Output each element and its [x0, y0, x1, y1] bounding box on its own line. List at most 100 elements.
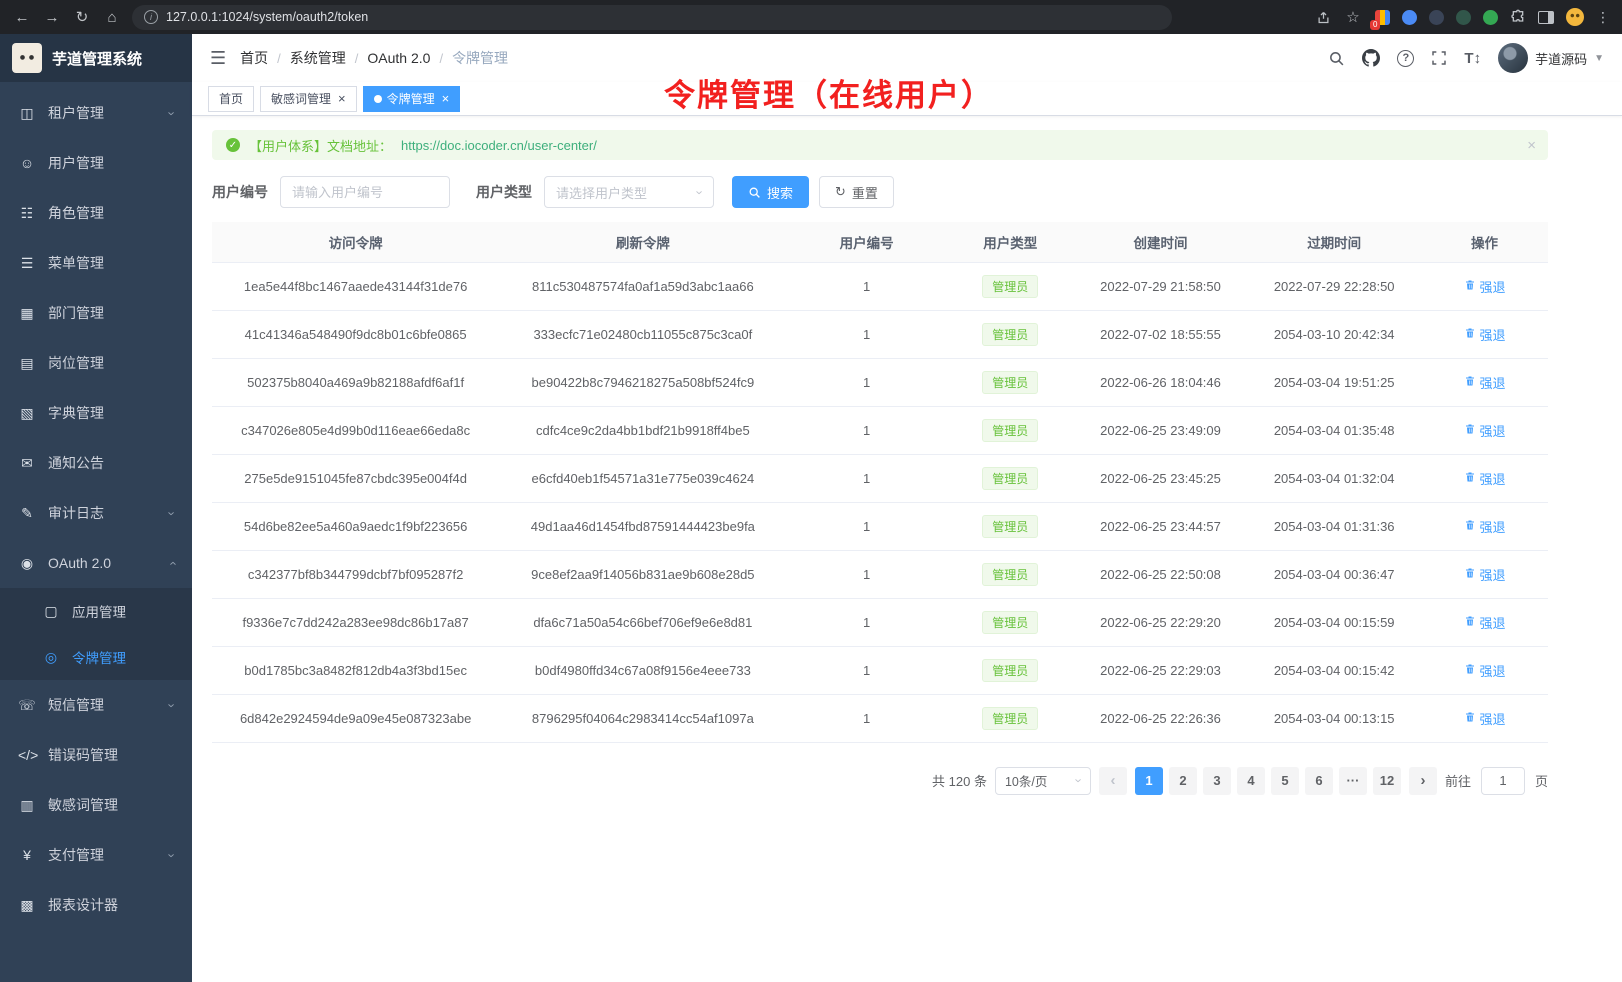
sidebar-item-menu[interactable]: ☰菜单管理 — [0, 238, 192, 288]
forward-icon[interactable]: → — [42, 9, 62, 26]
extension-dark-icon[interactable] — [1429, 10, 1444, 25]
next-page-button[interactable]: › — [1409, 767, 1437, 795]
page-button-1[interactable]: 1 — [1135, 767, 1163, 795]
breadcrumb-item[interactable]: 系统管理 — [290, 48, 346, 68]
help-icon[interactable]: ? — [1397, 50, 1414, 67]
extension-blue-icon[interactable] — [1402, 10, 1417, 25]
site-info-icon[interactable]: i — [144, 10, 158, 24]
tab-close-icon[interactable]: × — [338, 91, 346, 106]
sidebar-item-oauth2[interactable]: ◉OAuth 2.0› — [0, 538, 192, 588]
main-area: 令牌管理（在线用户） ☰ 首页/系统管理/OAuth 2.0/令牌管理 ? T↕ — [192, 34, 1622, 982]
user-id-input[interactable] — [280, 176, 450, 208]
report-icon: ▩ — [18, 897, 36, 914]
page-size-select[interactable]: 10条/页 › — [995, 767, 1091, 795]
share-icon[interactable] — [1316, 10, 1331, 25]
address-bar[interactable]: i 127.0.0.1:1024/system/oauth2/token — [132, 5, 1172, 30]
force-logout-button[interactable]: 强退 — [1464, 421, 1506, 440]
sidebar-item-dict[interactable]: ▧字典管理 — [0, 388, 192, 438]
reset-button[interactable]: ↻ 重置 — [819, 176, 894, 208]
extension-green-icon[interactable] — [1483, 10, 1498, 25]
extension-dark2-icon[interactable] — [1456, 10, 1471, 25]
back-icon[interactable]: ← — [12, 9, 32, 26]
extension-icon[interactable]: 0 — [1375, 10, 1390, 25]
force-logout-button[interactable]: 强退 — [1464, 517, 1506, 536]
sidebar-item-dept[interactable]: ▦部门管理 — [0, 288, 192, 338]
force-logout-button[interactable]: 强退 — [1464, 325, 1506, 344]
breadcrumb-separator-icon: / — [277, 51, 281, 66]
home-icon[interactable]: ⌂ — [102, 9, 122, 26]
sidebar-item-notice[interactable]: ✉通知公告 — [0, 438, 192, 488]
fullscreen-icon[interactable] — [1431, 50, 1447, 66]
create-time-cell: 2022-06-25 22:26:36 — [1074, 694, 1248, 742]
force-logout-button[interactable]: 强退 — [1464, 613, 1506, 632]
side-panel-icon[interactable] — [1538, 11, 1554, 24]
force-logout-button[interactable]: 强退 — [1464, 373, 1506, 392]
log-icon: ✎ — [18, 505, 36, 522]
browser-menu-icon[interactable]: ⋮ — [1596, 9, 1610, 26]
user-type-select[interactable]: 请选择用户类型 › — [544, 176, 714, 208]
app-logo[interactable]: 芋道管理系统 — [0, 34, 192, 82]
sidebar-item-label: 支付管理 — [48, 845, 104, 865]
goto-label: 前往 — [1445, 771, 1471, 790]
page-button-4[interactable]: 4 — [1237, 767, 1265, 795]
access-token-cell: f9336e7c7dd242a283ee98dc86b17a87 — [212, 598, 499, 646]
access-token-cell: 54d6be82ee5a460a9aedc1f9bf223656 — [212, 502, 499, 550]
action-cell: 强退 — [1421, 694, 1548, 742]
page-button-2[interactable]: 2 — [1169, 767, 1197, 795]
user-menu[interactable]: 芋道源码 ▼ — [1498, 43, 1604, 73]
sidebar-item-post[interactable]: ▤岗位管理 — [0, 338, 192, 388]
user-type-badge: 管理员 — [982, 419, 1038, 442]
table-row: f9336e7c7dd242a283ee98dc86b17a87dfa6c71a… — [212, 598, 1548, 646]
page-button-12[interactable]: 12 — [1373, 767, 1401, 795]
hamburger-icon[interactable]: ☰ — [210, 48, 226, 69]
force-logout-button[interactable]: 强退 — [1464, 277, 1506, 296]
extensions-puzzle-icon[interactable] — [1510, 9, 1526, 25]
sidebar-item-sensitive[interactable]: ▥敏感词管理 — [0, 780, 192, 830]
refresh-icon: ↻ — [835, 184, 846, 200]
sidebar-item-sms[interactable]: ☏短信管理› — [0, 680, 192, 730]
tab-首页[interactable]: 首页 — [208, 86, 254, 112]
tab-close-icon[interactable]: × — [442, 91, 450, 106]
breadcrumb-item[interactable]: 首页 — [240, 48, 268, 68]
github-icon[interactable] — [1362, 49, 1380, 67]
force-logout-button[interactable]: 强退 — [1464, 661, 1506, 680]
sidebar-item-oauth2-token[interactable]: ◎令牌管理 — [0, 634, 192, 680]
search-button[interactable]: 搜索 — [732, 176, 809, 208]
people-icon: ☷ — [18, 205, 36, 222]
doc-link[interactable]: https://doc.iocoder.cn/user-center/ — [401, 138, 597, 153]
sidebar-item-audit[interactable]: ✎审计日志› — [0, 488, 192, 538]
page-button-3[interactable]: 3 — [1203, 767, 1231, 795]
expire-time-cell: 2054-03-04 00:15:42 — [1247, 646, 1421, 694]
sidebar-item-errcode[interactable]: </>错误码管理 — [0, 730, 192, 780]
goto-page-input[interactable] — [1481, 767, 1525, 795]
reload-icon[interactable]: ↻ — [72, 8, 92, 26]
sidebar-item-user[interactable]: ☺用户管理 — [0, 138, 192, 188]
tab-敏感词管理[interactable]: 敏感词管理× — [260, 86, 357, 112]
sidebar-item-report[interactable]: ▩报表设计器 — [0, 880, 192, 930]
sidebar-item-pay[interactable]: ¥支付管理› — [0, 830, 192, 880]
breadcrumb-item[interactable]: 令牌管理 — [452, 48, 508, 68]
user-type-cell: 管理员 — [947, 262, 1074, 310]
force-logout-button[interactable]: 强退 — [1464, 469, 1506, 488]
column-header: 过期时间 — [1247, 222, 1421, 262]
page-button-6[interactable]: 6 — [1305, 767, 1333, 795]
sidebar-item-oauth2-app[interactable]: ▢应用管理 — [0, 588, 192, 634]
more-pages-button[interactable]: ··· — [1339, 767, 1367, 795]
bookmark-star-icon[interactable]: ☆ — [1343, 8, 1363, 26]
tab-令牌管理[interactable]: 令牌管理× — [363, 86, 461, 112]
page-button-5[interactable]: 5 — [1271, 767, 1299, 795]
prev-page-button[interactable]: ‹ — [1099, 767, 1127, 795]
search-icon[interactable] — [1328, 50, 1345, 67]
breadcrumb-item[interactable]: OAuth 2.0 — [367, 50, 430, 66]
sidebar-item-role[interactable]: ☷角色管理 — [0, 188, 192, 238]
sidebar-item-label: 错误码管理 — [48, 745, 118, 765]
force-logout-button[interactable]: 强退 — [1464, 709, 1506, 728]
content: ✓ 【用户体系】文档地址： https://doc.iocoder.cn/use… — [212, 130, 1548, 795]
org-icon: ▦ — [18, 305, 36, 322]
alert-close-icon[interactable]: × — [1527, 137, 1536, 154]
sidebar-item-tenant[interactable]: ◫租户管理› — [0, 88, 192, 138]
browser-profile-avatar[interactable] — [1566, 8, 1584, 26]
font-size-icon[interactable]: T↕ — [1464, 50, 1481, 67]
force-logout-button[interactable]: 强退 — [1464, 565, 1506, 584]
access-token-cell: 41c41346a548490f9dc8b01c6bfe0865 — [212, 310, 499, 358]
